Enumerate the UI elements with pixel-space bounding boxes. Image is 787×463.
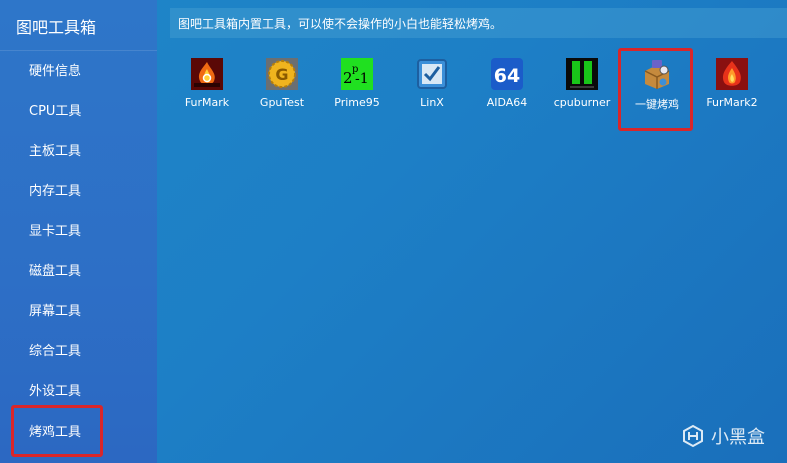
app-label: FurMark2 bbox=[706, 96, 758, 109]
app-linx[interactable]: LinX bbox=[395, 58, 469, 109]
sidebar-item-disk-tools[interactable]: 磁盘工具 bbox=[29, 262, 81, 282]
app-aida64[interactable]: 64 AIDA64 bbox=[470, 58, 544, 109]
app-cpuburner[interactable]: cpuburner bbox=[545, 58, 619, 109]
app-label: GpuTest bbox=[259, 96, 305, 109]
notice-bar: 图吧工具箱内置工具，可以使不会操作的小白也能轻松烤鸡。 bbox=[170, 8, 787, 38]
app-title: 图吧工具箱 bbox=[16, 18, 97, 37]
svg-text:-1: -1 bbox=[355, 71, 369, 87]
aida64-icon-text: 64 bbox=[494, 65, 520, 87]
watermark: 小黑盒 bbox=[681, 423, 765, 449]
app-label: 一键烤鸡 bbox=[635, 98, 679, 111]
heybox-logo-icon bbox=[683, 424, 703, 448]
sidebar-item-motherboard-tools[interactable]: 主板工具 bbox=[29, 142, 81, 162]
furmark-icon bbox=[191, 58, 223, 90]
sidebar-item-general-tools[interactable]: 综合工具 bbox=[29, 342, 81, 362]
app-gputest[interactable]: G GpuTest bbox=[245, 58, 319, 109]
sidebar-item-hardware-info[interactable]: 硬件信息 bbox=[29, 62, 81, 82]
app-label: Prime95 bbox=[334, 96, 380, 109]
app-prime95[interactable]: 2 p -1 Prime95 bbox=[320, 58, 394, 109]
furmark2-icon bbox=[716, 58, 748, 90]
prime95-icon: 2 p -1 bbox=[341, 58, 373, 90]
linx-icon bbox=[416, 58, 448, 90]
notice-text: 图吧工具箱内置工具，可以使不会操作的小白也能轻松烤鸡。 bbox=[178, 17, 503, 31]
app-label: cpuburner bbox=[553, 96, 611, 109]
sidebar-item-memory-tools[interactable]: 内存工具 bbox=[29, 182, 81, 202]
app-label: FurMark bbox=[184, 96, 230, 109]
app-label: LinX bbox=[420, 96, 444, 109]
aida64-icon: 64 bbox=[491, 58, 523, 90]
sidebar-item-gpu-tools[interactable]: 显卡工具 bbox=[29, 222, 81, 242]
gputest-icon: G bbox=[266, 58, 298, 90]
one-click-burn-icon bbox=[641, 58, 673, 90]
sidebar-item-cpu-tools[interactable]: CPU工具 bbox=[29, 102, 81, 122]
cpuburner-icon bbox=[566, 58, 598, 90]
svg-text:G: G bbox=[275, 65, 288, 84]
sidebar-divider bbox=[0, 50, 157, 51]
app-furmark[interactable]: FurMark bbox=[170, 58, 244, 109]
sidebar: 图吧工具箱 硬件信息 CPU工具 主板工具 内存工具 显卡工具 磁盘工具 屏幕工… bbox=[0, 0, 157, 463]
sidebar-item-screen-tools[interactable]: 屏幕工具 bbox=[29, 302, 81, 322]
sidebar-item-burn-in-tools[interactable]: 烤鸡工具 bbox=[29, 423, 81, 443]
watermark-text: 小黑盒 bbox=[711, 427, 765, 448]
app-label: AIDA64 bbox=[486, 96, 528, 109]
app-one-click-burn[interactable]: 一键烤鸡 bbox=[620, 58, 694, 112]
sidebar-item-peripheral-tools[interactable]: 外设工具 bbox=[29, 382, 81, 402]
app-furmark2[interactable]: FurMark2 bbox=[695, 58, 769, 109]
